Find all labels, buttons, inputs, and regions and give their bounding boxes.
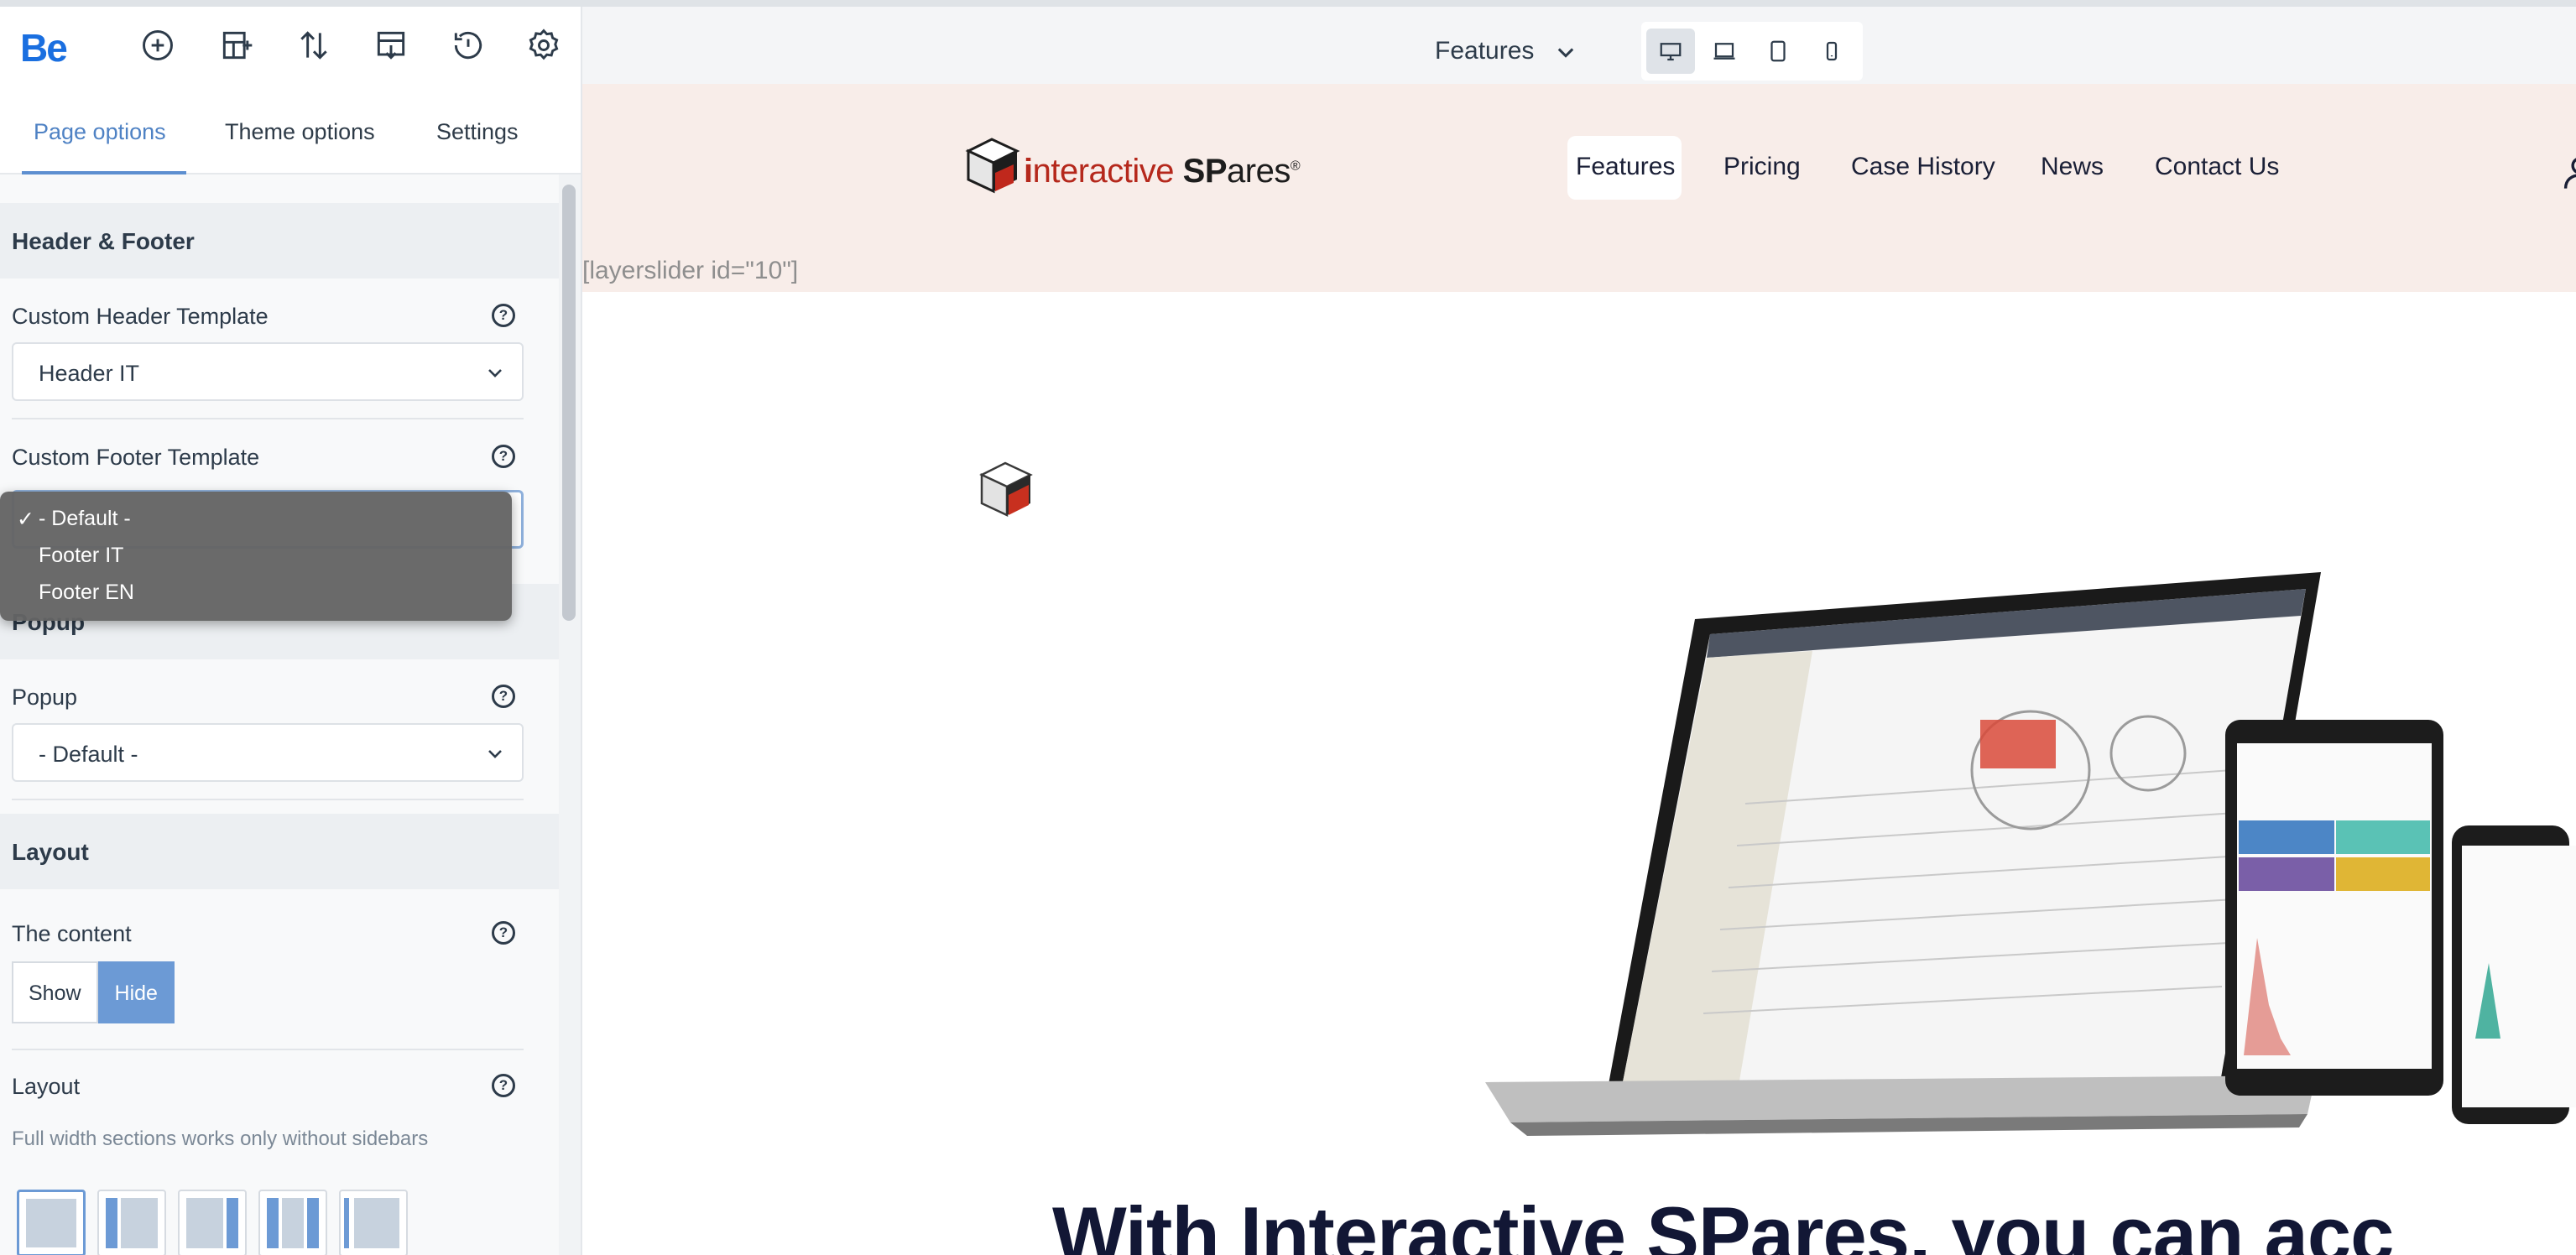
add-section-icon[interactable] bbox=[218, 27, 255, 64]
custom-header-label: Custom Header Template bbox=[12, 304, 269, 329]
layerslider-shortcode: [layerslider id="10"] bbox=[582, 257, 799, 284]
content-toggle: Show Hide bbox=[12, 961, 175, 1023]
section-title: Layout bbox=[12, 839, 89, 865]
layout-offcanvas-sidebar[interactable] bbox=[339, 1190, 408, 1255]
add-icon[interactable] bbox=[139, 27, 176, 64]
layout-note: Full width sections works only without s… bbox=[12, 1127, 429, 1150]
tab-settings[interactable]: Settings bbox=[436, 119, 519, 145]
settings-icon[interactable] bbox=[525, 27, 562, 64]
divider bbox=[12, 1049, 524, 1050]
user-icon[interactable] bbox=[2563, 156, 2576, 190]
mobile-icon[interactable] bbox=[1807, 29, 1856, 74]
cube-logo-icon bbox=[979, 461, 1033, 517]
sort-icon[interactable] bbox=[295, 27, 332, 64]
layout-label: Layout bbox=[12, 1074, 81, 1099]
footer-template-dropdown: ✓ - Default - Footer IT Footer EN bbox=[0, 492, 512, 621]
popup-label: Popup bbox=[12, 685, 78, 710]
builder-toolbar: Be bbox=[0, 7, 581, 84]
section-title: Header & Footer bbox=[12, 228, 195, 254]
hero-headline: With Interactive SPares, you can acc bbox=[1052, 1190, 2394, 1255]
desktop-icon[interactable] bbox=[1646, 29, 1695, 74]
export-icon[interactable] bbox=[373, 27, 409, 64]
site-logo[interactable]: interactive SPares® bbox=[965, 136, 1301, 199]
chevron-down-icon bbox=[488, 750, 502, 758]
layout-options bbox=[17, 1190, 408, 1255]
content-label: The content bbox=[12, 921, 132, 946]
section-header-footer[interactable]: Header & Footer bbox=[0, 203, 559, 279]
nav-news[interactable]: News bbox=[2041, 153, 2104, 181]
help-icon[interactable]: ? bbox=[492, 304, 515, 327]
select-value: Header IT bbox=[39, 361, 140, 386]
be-logo[interactable]: Be bbox=[20, 25, 68, 70]
popup-select[interactable]: - Default - bbox=[12, 723, 524, 782]
builder-panel: Be Page options Theme options Settings H… bbox=[0, 7, 582, 1255]
divider bbox=[12, 418, 524, 419]
chevron-down-icon[interactable] bbox=[1554, 40, 1577, 64]
hero-section bbox=[582, 292, 2576, 1255]
panel-scrollbar-thumb[interactable] bbox=[562, 185, 576, 621]
hide-option[interactable]: Hide bbox=[97, 961, 175, 1023]
device-switcher bbox=[1641, 22, 1863, 81]
brand-name: interactive SPares® bbox=[1024, 153, 1301, 190]
devices-illustration bbox=[1485, 572, 2576, 1136]
help-icon[interactable]: ? bbox=[492, 685, 515, 708]
layout-left-sidebar[interactable] bbox=[97, 1190, 166, 1255]
nav-case-history[interactable]: Case History bbox=[1851, 153, 1995, 181]
nav-features[interactable]: Features bbox=[1576, 153, 1675, 181]
cube-logo-icon bbox=[965, 138, 1020, 194]
layout-right-sidebar[interactable] bbox=[178, 1190, 247, 1255]
nav-pricing[interactable]: Pricing bbox=[1723, 153, 1801, 181]
custom-footer-label: Custom Footer Template bbox=[12, 445, 260, 470]
active-tab-indicator bbox=[22, 171, 186, 174]
tab-page-options[interactable]: Page options bbox=[34, 119, 166, 145]
custom-header-select[interactable]: Header IT bbox=[12, 342, 524, 401]
select-value: - Default - bbox=[39, 742, 138, 767]
nav-contact-us[interactable]: Contact Us bbox=[2155, 153, 2279, 181]
history-icon[interactable] bbox=[450, 27, 487, 64]
tablet-icon[interactable] bbox=[1754, 29, 1802, 74]
preview-topbar: Features bbox=[582, 7, 2576, 84]
tab-theme-options[interactable]: Theme options bbox=[225, 119, 375, 145]
layout-both-sidebars[interactable] bbox=[258, 1190, 327, 1255]
layout-full-width[interactable] bbox=[17, 1190, 86, 1255]
section-layout[interactable]: Layout bbox=[0, 814, 559, 889]
dropdown-option[interactable]: Footer IT bbox=[39, 544, 123, 568]
page-selector[interactable]: Features bbox=[1435, 37, 1534, 65]
dropdown-option[interactable]: - Default - bbox=[39, 507, 131, 531]
help-icon[interactable]: ? bbox=[492, 445, 515, 468]
site-header: interactive SPares® Features Pricing Cas… bbox=[582, 84, 2576, 292]
help-icon[interactable]: ? bbox=[492, 1074, 515, 1097]
window-top-border bbox=[0, 0, 2576, 7]
help-icon[interactable]: ? bbox=[492, 921, 515, 945]
laptop-icon[interactable] bbox=[1700, 29, 1749, 74]
check-icon: ✓ bbox=[17, 508, 34, 531]
options-tabs: Page options Theme options Settings bbox=[0, 84, 581, 174]
show-option[interactable]: Show bbox=[12, 961, 98, 1023]
chevron-down-icon bbox=[488, 369, 502, 378]
divider bbox=[12, 799, 524, 800]
dropdown-option[interactable]: Footer EN bbox=[39, 581, 134, 605]
